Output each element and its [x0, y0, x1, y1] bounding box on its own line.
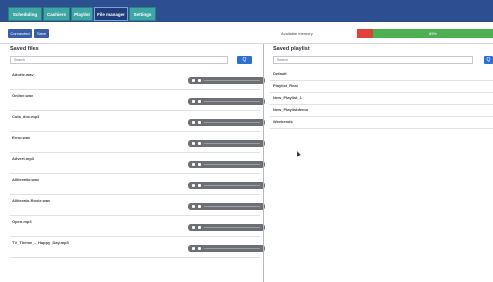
playlist-name: Playlist_Real: [273, 83, 298, 88]
audio-player[interactable]: [188, 161, 265, 168]
audio-player[interactable]: [188, 203, 265, 210]
audio-player[interactable]: [188, 224, 265, 231]
tab-scheduling[interactable]: Scheduling: [8, 7, 42, 21]
file-row[interactable]: Error.wav: [10, 131, 265, 153]
audio-player[interactable]: [188, 245, 265, 252]
audio-progress-bar[interactable]: [204, 227, 260, 228]
audio-progress-bar[interactable]: [204, 80, 260, 81]
file-name: Alliterato-Rosie.wav: [12, 198, 51, 203]
toolbar-divider: [0, 43, 493, 44]
audio-player[interactable]: [188, 98, 265, 105]
file-row[interactable]: Online.wav: [10, 89, 265, 111]
top-navigation-bar: Scheduling Cashiers Playlist File manage…: [0, 0, 493, 22]
play-icon[interactable]: [192, 226, 195, 229]
file-row[interactable]: Cola_doc.mp3: [10, 110, 265, 132]
file-name: Cola_doc.mp3: [12, 114, 40, 119]
stop-icon[interactable]: [198, 79, 201, 82]
play-icon[interactable]: [192, 247, 195, 250]
audio-progress-bar[interactable]: [204, 185, 260, 186]
file-name: Alliteratio.wav: [12, 177, 40, 182]
memory-label: Available memory: [281, 31, 313, 36]
search-icon: Q: [242, 57, 247, 63]
play-icon[interactable]: [192, 121, 195, 124]
file-row[interactable]: Open.mp3: [10, 215, 265, 237]
playlist-search-button[interactable]: Q: [484, 56, 493, 64]
file-row[interactable]: Adorte.wav: [10, 68, 265, 90]
play-icon[interactable]: [192, 100, 195, 103]
mouse-cursor-icon: [295, 150, 301, 157]
tab-playlist[interactable]: Playlist: [71, 7, 93, 21]
saved-playlist-title: Saved playlist: [273, 46, 310, 52]
stop-icon[interactable]: [198, 247, 201, 250]
audio-player[interactable]: [188, 140, 265, 147]
playlist-name: New_Playlist_1: [273, 95, 302, 100]
file-name: TV_Theme_-_Happy_Day.mp3: [12, 240, 69, 245]
audio-progress-bar[interactable]: [204, 206, 260, 207]
tab-settings[interactable]: Settings: [129, 7, 156, 21]
tab-cashiers[interactable]: Cashiers: [43, 7, 70, 21]
audio-progress-bar[interactable]: [204, 101, 260, 102]
stop-icon[interactable]: [198, 100, 201, 103]
audio-player[interactable]: [188, 77, 265, 84]
audio-progress-bar[interactable]: [204, 143, 260, 144]
files-search-input[interactable]: [10, 56, 228, 64]
file-name: Adorte.wav: [12, 72, 34, 77]
audio-progress-bar[interactable]: [204, 122, 260, 123]
audio-player[interactable]: [188, 182, 265, 189]
audio-progress-bar[interactable]: [204, 164, 260, 165]
toolbar: Connected Save Available memory 85%: [0, 29, 493, 41]
audio-player[interactable]: [188, 119, 265, 126]
file-name: Error.wav: [12, 135, 31, 140]
playlist-name: New_Playlistdemo: [273, 107, 309, 112]
panel-divider: [263, 44, 264, 282]
playlist-name: Default: [273, 71, 287, 76]
memory-free-fill: 85%: [373, 29, 493, 38]
stop-icon[interactable]: [198, 226, 201, 229]
play-icon[interactable]: [192, 163, 195, 166]
play-icon[interactable]: [192, 79, 195, 82]
audio-progress-bar[interactable]: [204, 248, 260, 249]
playlist-name: Weekends: [273, 119, 293, 124]
file-name: Advert.mp3: [12, 156, 35, 161]
playlist-search-input[interactable]: [273, 56, 473, 64]
file-row[interactable]: TV_Theme_-_Happy_Day.mp3: [10, 236, 265, 258]
file-row[interactable]: Advert.mp3: [10, 152, 265, 174]
search-icon: Q: [486, 57, 491, 63]
play-icon[interactable]: [192, 184, 195, 187]
file-name: Online.wav: [12, 93, 34, 98]
stop-icon[interactable]: [198, 163, 201, 166]
files-search-button[interactable]: Q: [237, 56, 252, 64]
tab-file-manager[interactable]: File manager: [94, 7, 128, 21]
save-button[interactable]: Save: [34, 29, 49, 38]
memory-used-fill: [357, 29, 373, 38]
saved-files-title: Saved files: [10, 46, 39, 52]
stop-icon[interactable]: [198, 184, 201, 187]
file-row[interactable]: Alliteratio.wav: [10, 173, 265, 195]
stop-icon[interactable]: [198, 121, 201, 124]
play-icon[interactable]: [192, 142, 195, 145]
file-name: Open.mp3: [12, 219, 32, 224]
connected-button[interactable]: Connected: [8, 29, 32, 38]
stop-icon[interactable]: [198, 142, 201, 145]
stop-icon[interactable]: [198, 205, 201, 208]
play-icon[interactable]: [192, 205, 195, 208]
file-row[interactable]: Alliterato-Rosie.wav: [10, 194, 265, 216]
playlist-row[interactable]: Weekends: [270, 116, 493, 129]
